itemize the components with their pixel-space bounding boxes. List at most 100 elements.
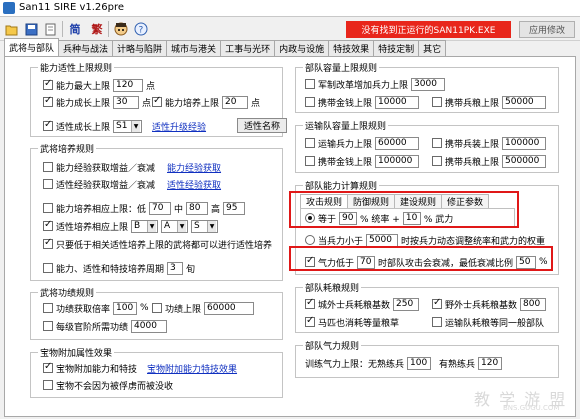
unit-gold-checkbox[interactable] [305, 97, 315, 107]
period-checkbox[interactable] [43, 263, 53, 273]
transport-food-same-label: 运输队耗粮等同一般部队 [445, 318, 545, 329]
treasure-extra-label: 宝物附加能力和特技 [56, 364, 138, 375]
merit-rate-label: 功绩获取倍率 [56, 304, 111, 315]
growth-limit-input[interactable]: 30 [113, 95, 140, 109]
tab-arms[interactable]: 兵种与战法 [58, 40, 114, 56]
transport-food-checkbox[interactable] [432, 156, 442, 166]
apt-train-a-select[interactable]: A ▼ [161, 219, 189, 233]
chevron-down-icon: ▼ [147, 220, 157, 232]
unit-food-input[interactable]: 50000 [502, 95, 547, 109]
transport-weapons-label: 携带兵装上限 [445, 139, 500, 150]
treasure-noloss-row: 宝物不会因为被俘虏而被没收 [43, 378, 173, 392]
growth-limit-checkbox[interactable] [43, 95, 53, 107]
horse-checkbox[interactable] [305, 315, 315, 327]
tab-tactics[interactable]: 计略与陷阱 [112, 40, 168, 56]
field-base-input[interactable]: 800 [520, 297, 547, 311]
period-input[interactable]: 3 [167, 261, 184, 275]
tab-works[interactable]: 工事与光环 [220, 40, 276, 56]
only-below-checkbox[interactable] [43, 237, 53, 249]
aptitude-name-button[interactable]: 适性名称 [237, 118, 287, 133]
morale-unskilled-input[interactable]: 100 [407, 356, 432, 370]
treasure-extra-checkbox[interactable] [43, 361, 53, 373]
apt-exp-gain-link[interactable]: 适性经验获取 [167, 178, 221, 191]
less-label: 当兵力小于 [318, 236, 364, 247]
rank-merit-label: 每级官阶所需功绩 [56, 322, 129, 333]
group-title: 能力适性上限规则 [38, 61, 115, 74]
aptitude-exp-link[interactable]: 适性升级经验 [152, 120, 206, 133]
reform-checkbox[interactable] [305, 79, 315, 89]
tab-generals[interactable]: 武将与部队 [4, 38, 60, 56]
train-low-input[interactable]: 70 [149, 201, 172, 215]
merit-limit-input[interactable]: 60000 [204, 301, 255, 315]
growth-limit-label: 能力成长上限 [56, 98, 111, 109]
rank-merit-checkbox[interactable] [43, 321, 53, 331]
apt-exp-increase-checkbox[interactable] [43, 179, 53, 189]
highlight-box [289, 246, 553, 271]
select-value: S1 [116, 121, 128, 131]
tab-skills[interactable]: 特技效果 [328, 40, 375, 56]
document-icon[interactable] [41, 20, 59, 38]
unit-food-checkbox[interactable] [432, 97, 442, 107]
tab-other[interactable]: 其它 [418, 40, 447, 56]
train-range-checkbox[interactable] [43, 203, 53, 213]
less-label-2: 时按兵力动态调整统率和武力的权重 [401, 236, 546, 247]
unit-label: 点 [142, 98, 152, 109]
apt-train-checkbox[interactable] [43, 219, 53, 231]
less-input[interactable]: 5000 [366, 233, 399, 247]
transport-troops-checkbox[interactable] [305, 138, 315, 148]
process-warning: 没有找到正运行的SAN11PK.EXE [346, 21, 511, 38]
unit-gold-label: 携带金钱上限 [318, 98, 373, 109]
transport-food-input[interactable]: 500000 [502, 154, 547, 168]
max-limit-checkbox[interactable] [43, 78, 53, 90]
transport-gold-input[interactable]: 100000 [375, 154, 420, 168]
transport-food-row: 携带兵粮上限 500000 [432, 154, 547, 168]
merit-rate-input[interactable]: 100 [113, 301, 138, 315]
exp-gain-link[interactable]: 能力经验获取 [167, 161, 221, 174]
select-value: S [194, 221, 200, 231]
transport-weapons-input[interactable]: 100000 [502, 136, 547, 150]
aptitude-limit-select[interactable]: S1 ▼ [113, 119, 143, 133]
treasure-extra-row: 宝物附加能力和特技 宝物附加能力特技效果 [43, 361, 237, 375]
apt-train-b-select[interactable]: B ▼ [131, 219, 159, 233]
morale-skilled-input[interactable]: 120 [478, 356, 503, 370]
transport-weapons-checkbox[interactable] [432, 138, 442, 148]
help-icon[interactable]: ? [132, 20, 150, 38]
apply-button[interactable]: 应用修改 [519, 21, 575, 38]
merit-rate-checkbox[interactable] [43, 303, 53, 313]
merit-limit-checkbox[interactable] [152, 303, 162, 313]
chevron-down-icon: ▼ [131, 120, 141, 132]
transport-food-same-row: 运输队耗粮等同一般部队 [432, 315, 544, 329]
tab-cities[interactable]: 城市与港关 [166, 40, 222, 56]
city-base-checkbox[interactable] [305, 297, 315, 309]
apt-train-s-select[interactable]: S ▼ [191, 219, 219, 233]
traditional-button[interactable]: 繁 [88, 20, 106, 38]
train-high-input[interactable]: 95 [223, 201, 246, 215]
unit-gold-input[interactable]: 10000 [375, 95, 420, 109]
train-limit-input[interactable]: 20 [222, 95, 249, 109]
save-icon[interactable] [22, 20, 40, 38]
transport-gold-checkbox[interactable] [305, 156, 315, 166]
city-base-input[interactable]: 250 [393, 297, 420, 311]
chevron-down-icon: ▼ [207, 220, 217, 232]
tab-skill-custom[interactable]: 特技定制 [373, 40, 420, 56]
aptitude-limit-checkbox[interactable] [43, 119, 53, 131]
field-base-label: 野外士兵耗粮基数 [445, 300, 518, 311]
rank-merit-input[interactable]: 4000 [131, 319, 168, 333]
transport-troops-input[interactable]: 60000 [375, 136, 420, 150]
treasure-noloss-checkbox[interactable] [43, 380, 53, 390]
tab-domestic[interactable]: 内政与设施 [274, 40, 330, 56]
max-limit-input[interactable]: 120 [113, 78, 144, 92]
train-limit-checkbox[interactable] [152, 95, 162, 107]
field-base-checkbox[interactable] [432, 297, 442, 309]
train-mid-input[interactable]: 80 [186, 201, 209, 215]
reform-input[interactable]: 3000 [411, 77, 446, 91]
exp-increase-checkbox[interactable] [43, 162, 53, 172]
morale-label: 训练气力上限：无熟练兵 [305, 359, 405, 370]
less-radio[interactable] [305, 235, 315, 245]
simplified-button[interactable]: 简 [66, 20, 84, 38]
title-bar: San11 SIRE v1.26pre [0, 0, 580, 17]
open-file-icon[interactable] [3, 20, 21, 38]
transport-food-same-checkbox[interactable] [432, 317, 442, 327]
treasure-effect-link[interactable]: 宝物附加能力特技效果 [147, 362, 237, 375]
face-icon[interactable] [112, 20, 130, 38]
